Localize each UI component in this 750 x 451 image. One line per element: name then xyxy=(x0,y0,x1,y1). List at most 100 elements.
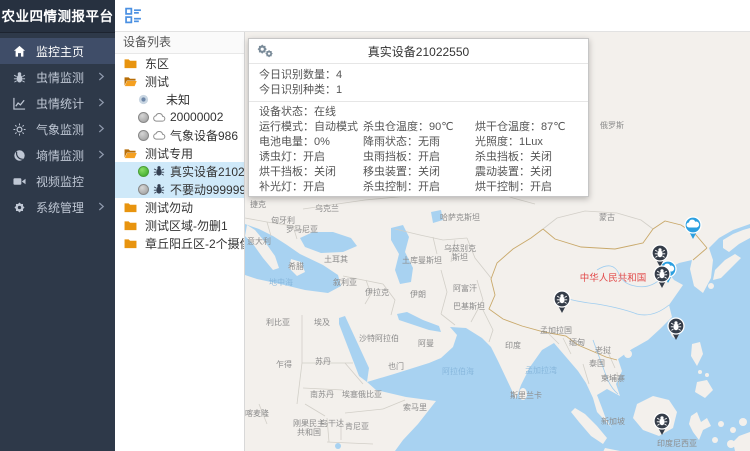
map-label: 斯里兰卡 xyxy=(510,390,542,400)
gear-icon xyxy=(13,200,27,214)
sidebar-item-label: 墒情监测 xyxy=(36,147,84,164)
map-label: 喀麦隆 xyxy=(245,408,269,418)
folder-closed-icon xyxy=(124,220,138,231)
tree-folder[interactable]: 章丘阳丘区-2个摄像头 xyxy=(115,234,244,252)
bug-icon xyxy=(152,183,166,195)
map-label: 南苏丹 xyxy=(310,389,334,399)
map-label: 老挝 xyxy=(595,345,611,355)
popup-field: 杀虫挡板：关闭 xyxy=(475,150,588,165)
sidebar-menu: 监控主页虫情监测虫情统计气象监测墒情监测视频监控系统管理 xyxy=(0,33,115,220)
map-label: 罗马尼亚 xyxy=(286,225,318,234)
folder-closed-icon xyxy=(124,58,138,69)
device-popup: 真实设备21022550 今日识别数量：4今日识别种类：1 设备状态：在线 运行… xyxy=(248,38,589,197)
cloud-icon xyxy=(152,113,166,122)
home-icon xyxy=(13,44,27,58)
tree-device[interactable]: 气象设备986 xyxy=(115,126,244,144)
device-label: 20000002 xyxy=(170,110,223,124)
tree-folder[interactable]: 测试 xyxy=(115,72,244,90)
chevron-right-icon xyxy=(98,202,106,212)
sidebar-item-globe[interactable]: 墒情监测 xyxy=(0,142,115,168)
map-label: 匈牙利 xyxy=(271,215,295,225)
tree-folder[interactable]: 东区 xyxy=(115,54,244,72)
map-label: 乍得 xyxy=(276,359,292,369)
device-panel-title: 设备列表 xyxy=(115,32,244,54)
popup-summary-line: 今日识别种类：1 xyxy=(259,83,588,98)
popup-field: 光照度：1Lux xyxy=(475,135,588,150)
map-label: 柬埔寨 xyxy=(601,373,625,383)
device-status-dot-gray xyxy=(138,112,149,123)
map-label: 泰国 xyxy=(589,358,605,368)
popup-field: 补光灯：开启 xyxy=(259,180,363,195)
target-icon xyxy=(138,94,152,105)
sidebar-item-gear[interactable]: 系统管理 xyxy=(0,194,115,220)
cloud-icon xyxy=(152,131,166,140)
popup-title: 真实设备21022550 xyxy=(368,43,469,60)
map-label: 埃及 xyxy=(314,317,330,327)
device-tree-toggle-icon[interactable] xyxy=(125,7,143,25)
folder-open-icon xyxy=(124,148,138,159)
chevron-right-icon xyxy=(98,124,106,134)
chevron-right-icon xyxy=(98,150,106,160)
sidebar-item-label: 气象监测 xyxy=(36,121,84,138)
sidebar-item-label: 虫情统计 xyxy=(36,95,84,112)
map-label: 印度 xyxy=(505,340,521,350)
map-label: 阿曼 xyxy=(418,339,434,348)
map-label: 捷克 xyxy=(250,199,266,209)
device-status-dot-gray xyxy=(138,130,149,141)
map-label: 孟加拉湾 xyxy=(525,365,557,375)
popup-field: 虫雨挡板：开启 xyxy=(363,150,475,165)
folder-open-icon xyxy=(124,76,138,87)
device-tree: 东区测试未知 20000002 气象设备986测试专用真实设备21022550不要动… xyxy=(115,54,244,252)
tree-device[interactable]: 20000002 xyxy=(115,108,244,126)
map-label: 孟加拉国 xyxy=(540,325,572,335)
tree-device[interactable]: 真实设备21022550 xyxy=(115,162,244,180)
video-icon xyxy=(13,174,27,188)
tree-folder[interactable]: 测试区域-勿删1 xyxy=(115,216,244,234)
popup-grid-row: 诱虫灯：开启虫雨挡板：开启杀虫挡板：关闭 xyxy=(249,150,588,165)
device-status-row: 设备状态：在线 xyxy=(249,105,588,120)
sidebar-item-bug[interactable]: 虫情监测 xyxy=(0,64,115,90)
tree-device[interactable]: 不要动99999999 xyxy=(115,180,244,198)
sidebar-item-home[interactable]: 监控主页 xyxy=(0,38,115,64)
settings-gear-icon[interactable] xyxy=(257,44,274,59)
map-label: 伊拉克 xyxy=(365,287,389,297)
popup-field: 震动装置：关闭 xyxy=(475,165,588,180)
popup-field: 电池电量：0% xyxy=(259,135,363,150)
map-label: 土库曼斯坦 xyxy=(402,255,442,265)
map-label: 阿富汗 xyxy=(453,283,477,293)
folder-label: 东区 xyxy=(145,55,169,72)
map-label: 新加坡 xyxy=(601,416,625,426)
popup-header: 真实设备21022550 xyxy=(249,39,588,64)
sidebar-item-label: 系统管理 xyxy=(36,199,84,216)
map-label: 巴基斯坦 xyxy=(453,301,485,311)
tree-folder[interactable]: 测试勿动 xyxy=(115,198,244,216)
chevron-right-icon xyxy=(98,72,106,82)
map-label: 利比亚 xyxy=(266,317,290,327)
popup-grid-row: 烘干挡板：关闭移虫装置：关闭震动装置：关闭 xyxy=(249,165,588,180)
device-status-dot-green xyxy=(138,166,149,177)
folder-label: 章丘阳丘区-2个摄像头 xyxy=(145,235,244,252)
popup-field: 运行模式：自动模式 xyxy=(259,120,363,135)
device-label: 气象设备986 xyxy=(170,127,238,144)
sidebar-item-chart[interactable]: 虫情统计 xyxy=(0,90,115,116)
device-panel: 设备列表 东区测试未知 20000002 气象设备986测试专用真实设备210225… xyxy=(115,32,245,451)
map-label: 阿拉伯海 xyxy=(442,366,474,376)
map-label: 苏丹 xyxy=(315,356,331,366)
tree-folder[interactable]: 测试专用 xyxy=(115,144,244,162)
map-label: 哈萨克斯坦 xyxy=(440,212,480,222)
topbar xyxy=(115,0,750,32)
map-label: 伊朗 xyxy=(410,289,426,299)
tree-device[interactable]: 未知 xyxy=(115,90,244,108)
sidebar-item-label: 虫情监测 xyxy=(36,69,84,86)
map-label: 地中海 xyxy=(269,277,293,287)
map-label: 意大利 xyxy=(247,236,271,246)
map-label: 俄罗斯 xyxy=(600,120,624,130)
map-label: 叙利亚 xyxy=(333,277,357,287)
app-title: 农业四情测报平台 xyxy=(0,0,115,33)
sidebar-item-weather[interactable]: 气象监测 xyxy=(0,116,115,142)
bug-icon xyxy=(13,70,27,84)
map-label: 缅甸 xyxy=(569,337,585,347)
popup-field: 杀虫仓温度：90℃ xyxy=(363,120,475,135)
device-status-dot-gray xyxy=(138,184,149,195)
sidebar-item-video[interactable]: 视频监控 xyxy=(0,168,115,194)
